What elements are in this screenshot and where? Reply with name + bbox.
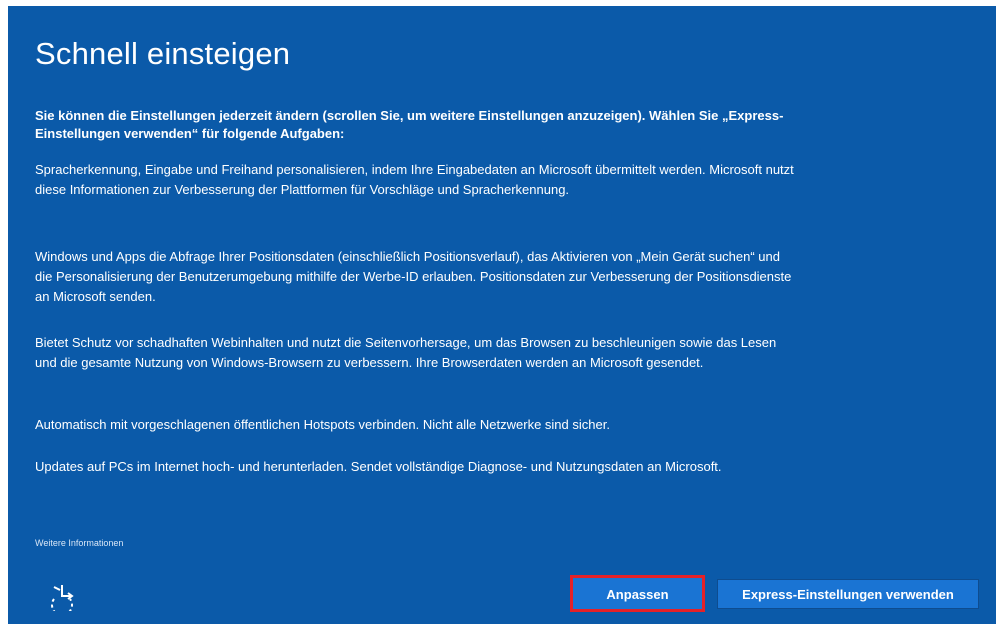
page-title: Schnell einsteigen [35, 36, 291, 71]
paragraph-location: Windows und Apps die Abfrage Ihrer Posit… [35, 249, 792, 304]
paragraph-updates: Updates auf PCs im Internet hoch- und he… [35, 459, 722, 474]
ease-of-access-icon-graphic [51, 585, 74, 616]
more-info-link[interactable]: Weitere Informationen [35, 538, 123, 548]
paragraph-browser-protection: Bietet Schutz vor schadhaften Webinhalte… [35, 335, 777, 370]
ease-of-access-icon[interactable] [46, 579, 78, 616]
customize-button[interactable]: Anpassen [570, 575, 705, 612]
express-settings-button[interactable]: Express-Einstellungen verwenden [717, 579, 979, 609]
intro-text: Sie können die Einstellungen jederzeit ä… [35, 108, 784, 141]
setup-screen: Schnell einsteigen Sie können die Einste… [8, 6, 996, 624]
paragraph-personalization: Spracherkennung, Eingabe und Freihand pe… [35, 162, 794, 197]
paragraph-hotspots: Automatisch mit vorgeschlagenen öffentli… [35, 417, 610, 432]
